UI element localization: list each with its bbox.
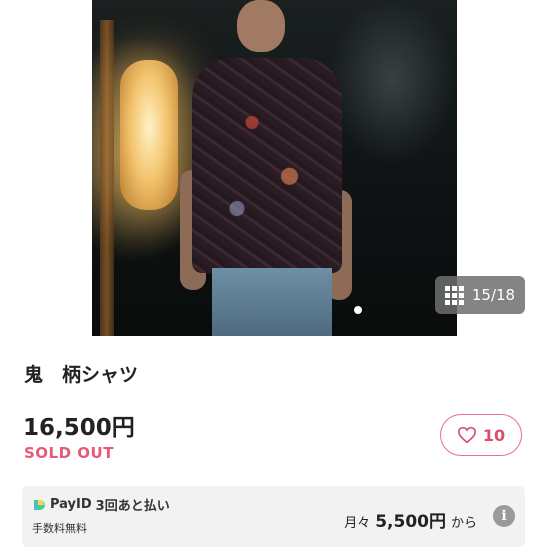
info-icon[interactable]: i [493,505,515,527]
image-counter-button[interactable]: 15/18 [435,276,525,314]
image-counter-text: 15/18 [471,286,516,304]
monthly-payment: 月々 5,500円 から [344,507,477,532]
photo-background-pole [100,20,114,336]
photo-lantern [120,60,178,210]
product-title: 鬼 柄シャツ [24,364,139,386]
model-shirt [192,58,342,273]
monthly-suffix: から [450,516,477,531]
product-image-area: 15/18 [0,0,547,336]
carousel-dot [354,306,362,314]
grid-icon [444,285,464,305]
payid-mark-icon [34,499,45,510]
payid-plan: 3回あと払い [95,499,170,514]
model-head [237,0,285,52]
payid-logo: PayID 3回あと払い [32,495,170,514]
payment-plan-box[interactable]: PayID 3回あと払い 手数料無料 月々 5,500円 から i [22,486,525,547]
payid-brand: PayID [50,497,92,512]
like-button[interactable]: 10 [440,414,522,456]
heart-icon [457,426,476,444]
product-photo[interactable] [92,0,457,336]
monthly-label: 月々 [344,516,371,531]
model-jeans [212,268,332,336]
status-badge: SOLD OUT [24,444,114,462]
product-price: 16,500円 [23,415,135,441]
like-count: 10 [482,425,506,445]
fee-note: 手数料無料 [32,522,87,535]
monthly-amount: 5,500円 [375,512,446,532]
